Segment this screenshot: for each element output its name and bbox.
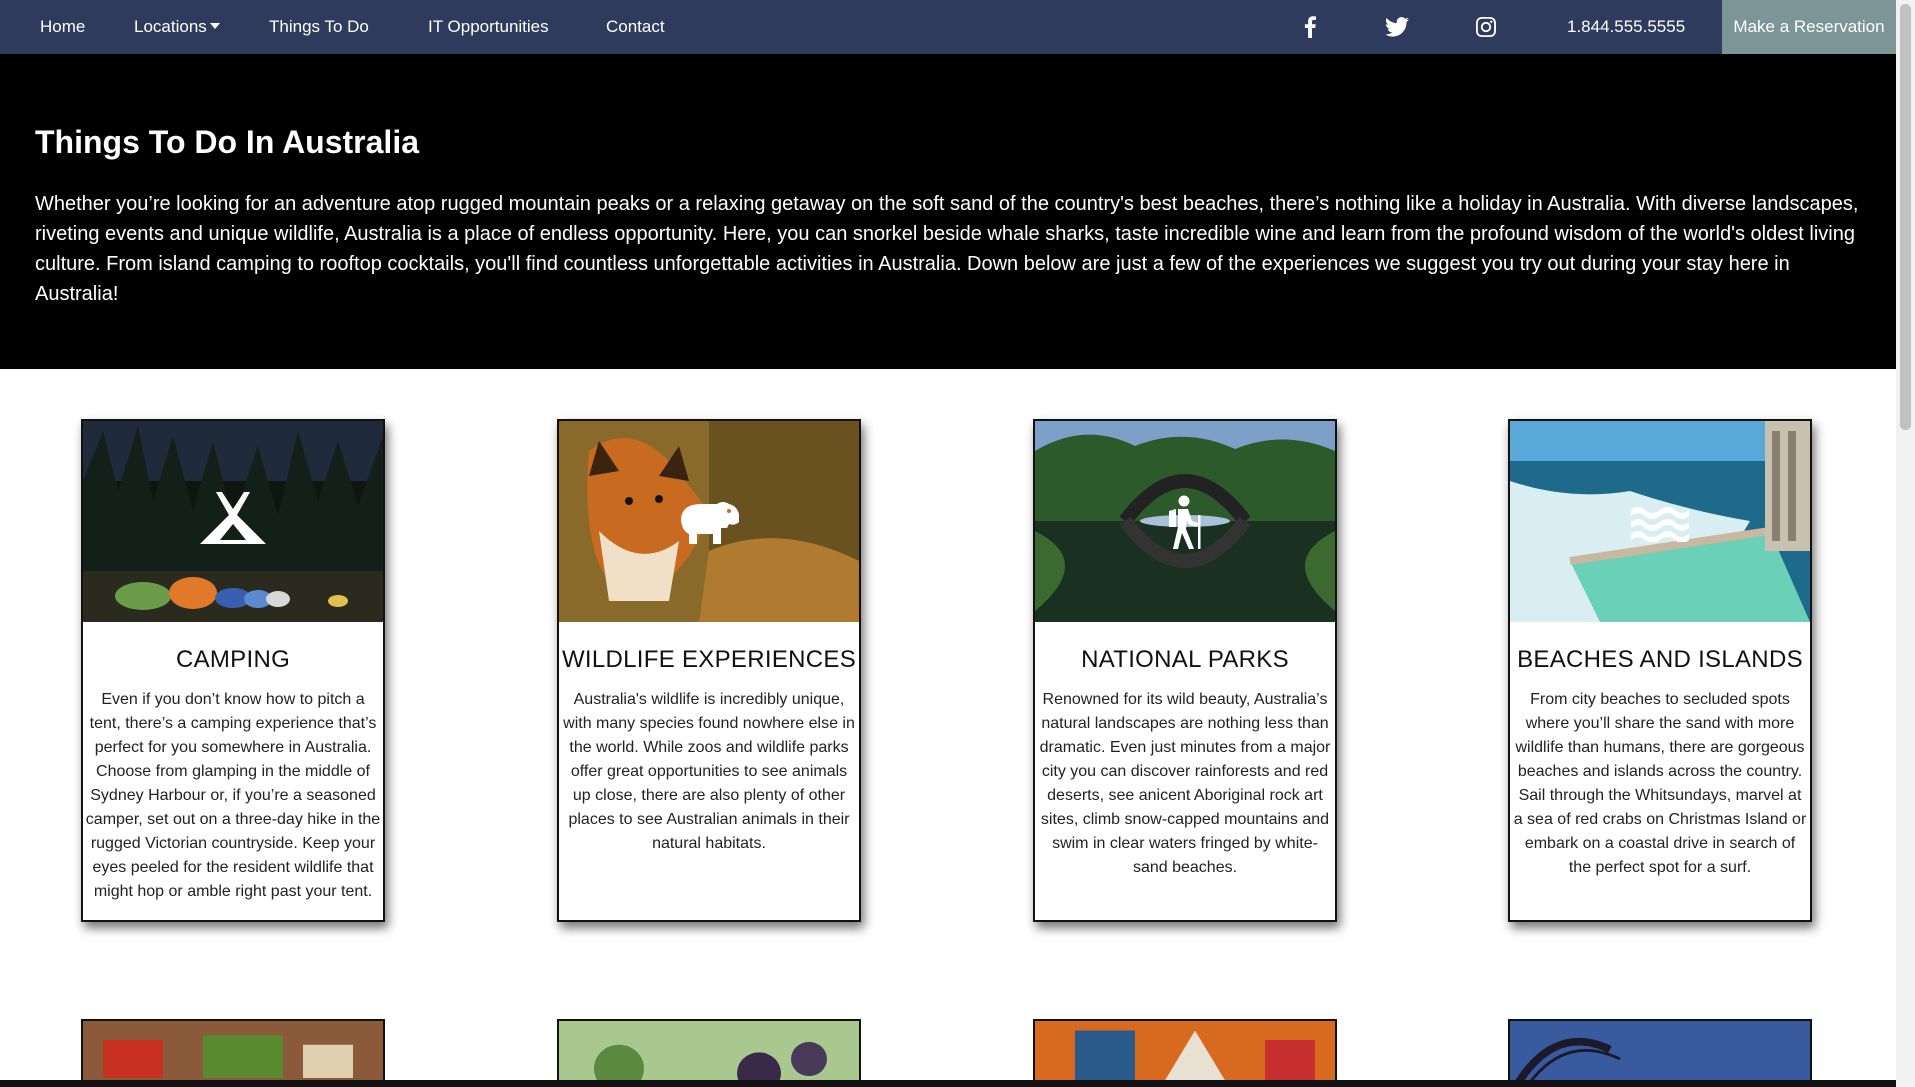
card-description: Renowned for its wild beauty, Australia’… xyxy=(1039,691,1331,876)
phone-link[interactable]: 1.844.555.5555 xyxy=(1567,0,1685,54)
hero-section: Things To Do In Australia Whether you’re… xyxy=(0,54,1896,369)
hippo-icon xyxy=(681,501,739,544)
card-beaches[interactable]: BEACHES AND ISLANDS From city beaches to… xyxy=(1508,419,1812,922)
card-title: CAMPING xyxy=(175,646,291,673)
facebook-icon[interactable] xyxy=(1297,14,1323,40)
national-parks-image xyxy=(1035,421,1335,622)
make-reservation-button[interactable]: Make a Reservation xyxy=(1722,0,1896,54)
navbar: Home Locations Things To Do IT Opportuni… xyxy=(0,0,1896,54)
page-scrollbar[interactable] xyxy=(1896,0,1915,1087)
card-description: From city beaches to secluded spots wher… xyxy=(1513,691,1807,876)
card-wildlife[interactable]: WILDLIFE EXPERIENCES Australia's wildlif… xyxy=(557,419,861,922)
card-title: WILDLIFE EXPERIENCES xyxy=(561,646,857,673)
beaches-image xyxy=(1510,421,1810,622)
nav-locations-label: Locations xyxy=(134,17,207,36)
card-national-parks[interactable]: NATIONAL PARKS Renowned for its wild bea… xyxy=(1033,419,1337,922)
nav-contact-link[interactable]: Contact xyxy=(606,0,665,54)
camping-image xyxy=(83,421,383,622)
scrollbar-thumb[interactable] xyxy=(1900,4,1911,430)
hero-description: Whether you’re looking for an adventure … xyxy=(35,193,1859,305)
card-description: Australia's wildlife is incredibly uniqu… xyxy=(563,691,855,852)
tent-icon xyxy=(200,491,266,544)
page-title: Things To Do In Australia xyxy=(35,124,419,160)
card-food-image[interactable] xyxy=(81,1019,385,1087)
bottom-edge xyxy=(0,1080,1896,1087)
card-camping[interactable]: CAMPING Even if you don’t know how to pi… xyxy=(81,419,385,922)
nav-things-to-do-link[interactable]: Things To Do xyxy=(269,0,369,54)
instagram-icon[interactable] xyxy=(1473,14,1499,40)
card-description: Even if you don’t know how to pitch a te… xyxy=(85,691,381,900)
hiking-icon xyxy=(1169,495,1201,549)
card-art-image[interactable] xyxy=(1033,1019,1337,1087)
twitter-icon[interactable] xyxy=(1384,14,1410,40)
nav-it-opportunities-link[interactable]: IT Opportunities xyxy=(428,0,549,54)
wildlife-image xyxy=(559,421,859,622)
card-title: NATIONAL PARKS xyxy=(1081,646,1289,673)
water-icon xyxy=(1631,506,1689,542)
card-title: BEACHES AND ISLANDS xyxy=(1517,646,1803,673)
caret-down-icon xyxy=(209,23,220,29)
card-rollercoaster-image[interactable] xyxy=(1508,1019,1812,1087)
nav-home-link[interactable]: Home xyxy=(40,0,85,54)
card-wine-image[interactable] xyxy=(557,1019,861,1087)
nav-locations-dropdown[interactable]: Locations xyxy=(134,0,220,54)
